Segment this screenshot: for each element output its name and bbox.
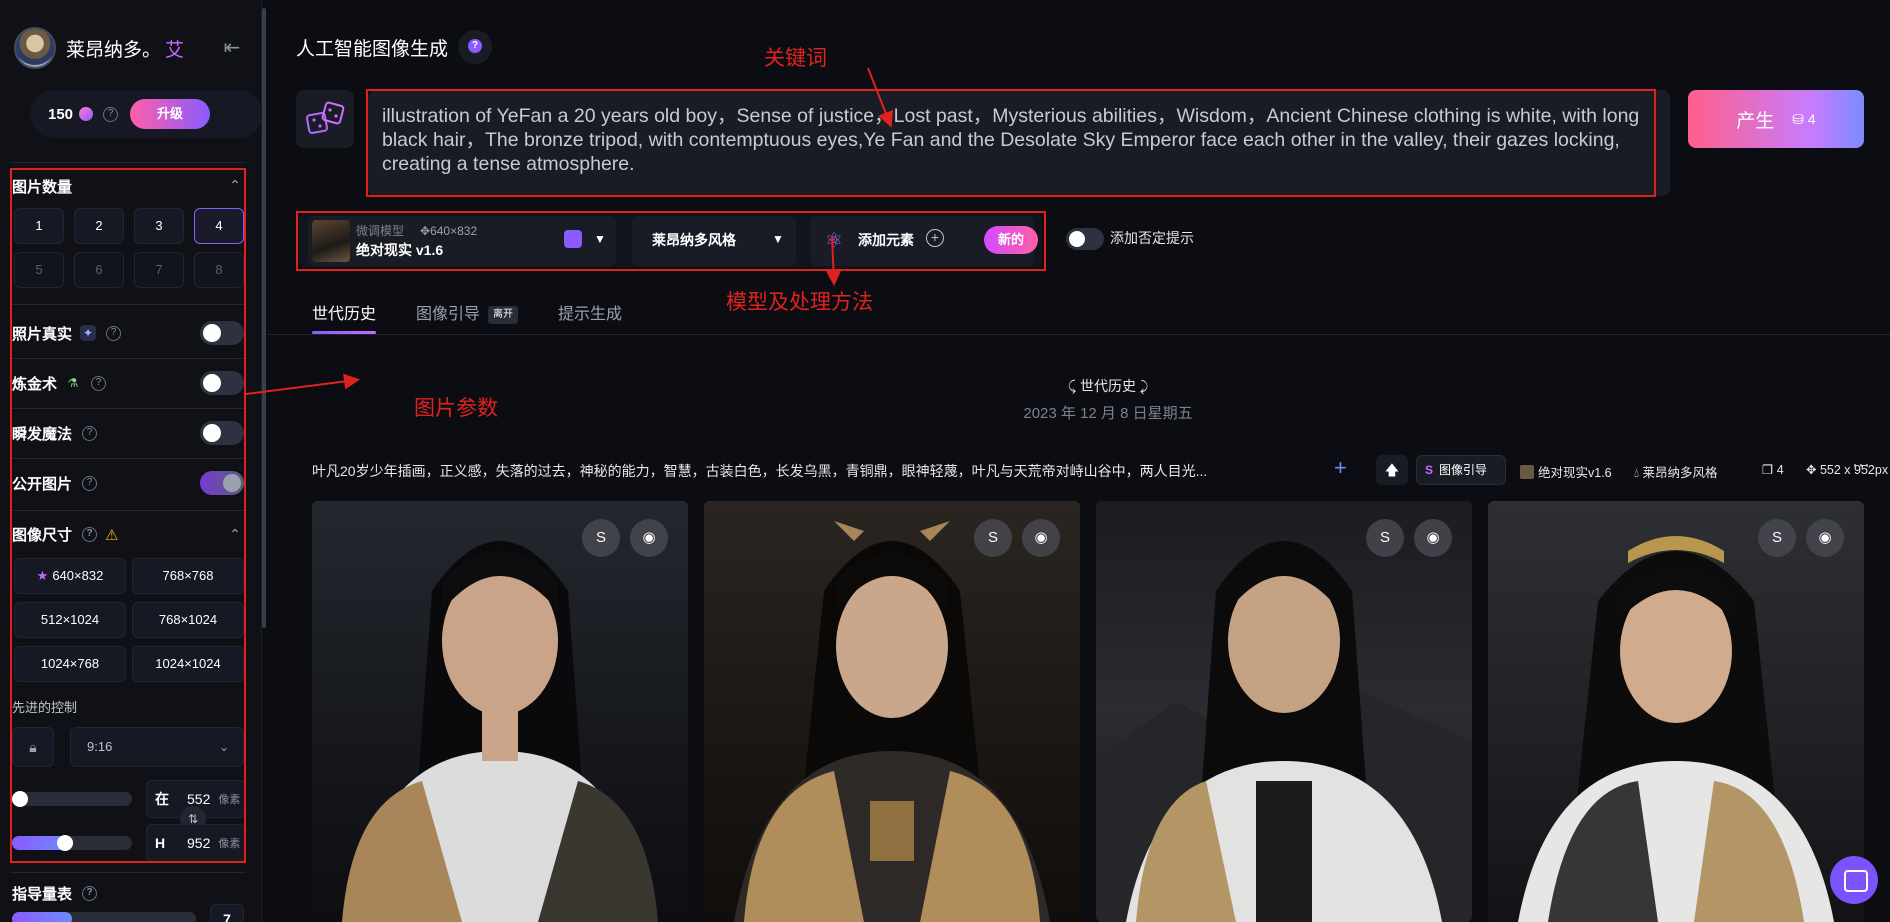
divider — [10, 872, 246, 873]
generated-image[interactable]: S ◉ — [704, 501, 1080, 922]
generated-image[interactable]: S ◉ — [312, 501, 688, 922]
help-icon[interactable]: ? — [82, 886, 98, 901]
image-guidance-icon[interactable]: S — [1758, 519, 1796, 557]
image-guidance-icon[interactable]: S — [974, 519, 1012, 557]
guidance-value[interactable]: 7 — [210, 904, 244, 922]
tab-image-guidance[interactable]: 图像引导 离开 — [416, 300, 519, 324]
tab-badge: 离开 — [488, 306, 519, 324]
negative-prompt-label[interactable]: 添加否定提示 — [1110, 228, 1194, 248]
generated-image[interactable]: S ◉ — [1096, 501, 1472, 922]
tab-prompt-generation[interactable]: 提示生成 — [558, 300, 622, 324]
upload-arrow-icon[interactable]: 🡅 — [1376, 455, 1408, 485]
generation-model: 绝对现实v1.6 — [1520, 462, 1612, 481]
history-date: 2023 年 12 月 8 日星期五 — [1023, 405, 1193, 422]
generate-button[interactable]: 产生 ⛁ 4 — [1688, 90, 1864, 148]
model-thumbnail-icon — [1520, 465, 1534, 479]
avatar[interactable] — [14, 27, 56, 69]
eye-icon[interactable]: ◉ — [1414, 519, 1452, 557]
portrait-image — [342, 541, 658, 922]
generation-prompt[interactable]: 叶凡20岁少年插画，正义感，失落的过去，神秘的能力，智慧，古装白色，长发乌黑，青… — [312, 461, 1272, 481]
generation-info-row: 叶凡20岁少年插画，正义感，失落的过去，神秘的能力，智慧，古装白色，长发乌黑，青… — [312, 455, 1888, 485]
history-heading: ⤹ 世代历史 ⤸ — [1067, 378, 1149, 394]
portrait-image — [1518, 536, 1834, 922]
user-profile[interactable]: 莱昂纳多。艾 — [14, 26, 244, 70]
eye-icon[interactable]: ◉ — [1022, 519, 1060, 557]
annotation-keywords: 关键词 — [764, 47, 827, 70]
generation-size: ✥ 552 x 952px — [1806, 463, 1889, 477]
drop-icon: 💧︎ — [1634, 466, 1640, 480]
portrait-image — [734, 521, 1050, 922]
guidance-scale-title: 指导量表 ? — [12, 883, 98, 904]
tab-generation-history[interactable]: 世代历史 — [312, 300, 376, 324]
divider — [268, 334, 1890, 335]
help-icon[interactable] — [458, 30, 493, 64]
generation-style: 💧︎ 莱昂纳多风格 — [1634, 466, 1718, 480]
chat-support-icon[interactable] — [1830, 856, 1878, 904]
random-prompt-dice-icon[interactable] — [296, 90, 354, 148]
credits-count: 150 — [48, 105, 74, 123]
app-root: 莱昂纳多。艾 ⇤ 150 ? 升级 图片数量 ⌃ 1 2 3 4 5 6 7 8… — [0, 0, 1890, 922]
image-guidance-button[interactable]: S 图像引导 — [1416, 455, 1506, 485]
divider — [10, 162, 246, 163]
annotation-box-prompt — [366, 89, 1656, 197]
token-icon: ⛁ — [1792, 110, 1805, 127]
generation-count: ❐ 4 — [1762, 463, 1784, 477]
image-guidance-icon[interactable]: S — [582, 519, 620, 557]
generated-image[interactable]: S ◉ — [1488, 501, 1864, 922]
portrait-image — [1096, 541, 1472, 922]
negative-prompt-toggle[interactable] — [1066, 228, 1104, 250]
username: 莱昂纳多。艾 — [66, 39, 185, 61]
eye-icon[interactable]: ◉ — [1806, 519, 1844, 557]
annotation-image-params: 图片参数 — [414, 397, 498, 420]
token-icon — [79, 107, 94, 121]
image-guidance-icon[interactable]: S — [1366, 519, 1404, 557]
credits-panel: 150 ? 升级 — [30, 90, 262, 138]
add-icon[interactable]: + — [1334, 455, 1347, 481]
help-icon[interactable]: ? — [103, 106, 119, 122]
annotation-box-model — [296, 211, 1046, 271]
annotation-model-method: 模型及处理方法 — [726, 291, 873, 314]
collapse-sidebar-icon[interactable]: ⇤ — [220, 36, 244, 60]
eye-icon[interactable]: ◉ — [630, 519, 668, 557]
guide-icon: S — [1425, 463, 1434, 477]
page-title: 人工智能图像生成 — [296, 30, 493, 64]
more-options-icon[interactable]: ⋯ — [1852, 455, 1870, 476]
images-icon: ❐ — [1762, 463, 1774, 477]
annotation-box-params — [10, 168, 246, 863]
move-icon: ✥ — [1806, 463, 1817, 477]
upgrade-button[interactable]: 升级 — [130, 99, 211, 129]
guidance-slider[interactable] — [12, 912, 196, 922]
